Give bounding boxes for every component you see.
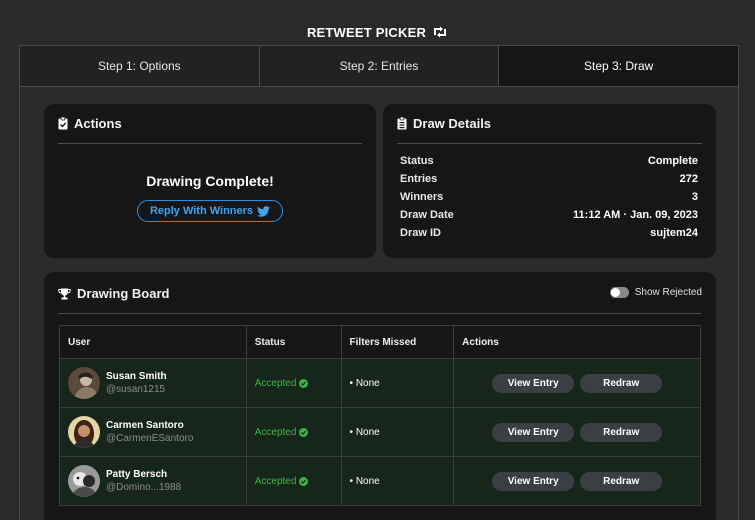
- check-circle-icon: [299, 427, 309, 437]
- clipboard-check-icon: [58, 117, 68, 130]
- drawing-complete-message: Drawing Complete!: [146, 173, 274, 189]
- detail-row-entries: Entries 272: [400, 173, 698, 191]
- column-header-actions: Actions: [453, 325, 701, 359]
- board-title-text: Drawing Board: [77, 286, 170, 301]
- status-cell: Accepted: [245, 358, 342, 408]
- detail-value: sujtem24: [650, 227, 698, 239]
- actions-cell: View Entry Redraw: [453, 358, 701, 408]
- tab-step-3-draw[interactable]: Step 3: Draw: [498, 46, 739, 86]
- toggle-knob: [610, 288, 620, 297]
- column-header-status: Status: [245, 325, 342, 359]
- user-name: Patty Bersch: [106, 469, 168, 480]
- status-badge: Accepted: [254, 377, 297, 389]
- avatar[interactable]: [68, 416, 100, 448]
- table-row: Carmen Santoro @CarmenESantoro Accepted …: [59, 407, 701, 457]
- filters-missed-cell: • None: [340, 407, 455, 457]
- detail-label: Status: [400, 155, 434, 167]
- clipboard-list-icon: [397, 117, 407, 130]
- filters-missed-cell: • None: [340, 358, 455, 408]
- details-card-title: Draw Details: [397, 116, 491, 131]
- trophy-icon: [58, 288, 71, 299]
- main-frame: Step 1: Options Step 2: Entries Step 3: …: [19, 45, 739, 520]
- table-header-row: User Status Filters Missed Actions: [59, 325, 701, 359]
- avatar[interactable]: [68, 465, 100, 497]
- detail-row-status: Status Complete: [400, 155, 698, 173]
- actions-card: Actions Drawing Complete! Reply With Win…: [44, 104, 376, 258]
- retweet-icon: [434, 26, 447, 38]
- user-name: Carmen Santoro: [106, 420, 184, 431]
- redraw-button[interactable]: Redraw: [580, 471, 663, 491]
- filters-missed-cell: • None: [340, 456, 455, 506]
- detail-value: 3: [691, 191, 698, 203]
- app-header: RETWEET PICKER: [0, 22, 755, 42]
- tab-step-2-entries[interactable]: Step 2: Entries: [258, 46, 499, 86]
- actions-cell: View Entry Redraw: [453, 407, 701, 457]
- table-row: Patty Bersch @Domino...1988 Accepted • N…: [59, 456, 701, 506]
- board-card-title: Drawing Board: [58, 286, 169, 301]
- user-cell: Carmen Santoro @CarmenESantoro: [59, 407, 247, 457]
- detail-label: Draw ID: [400, 227, 441, 239]
- view-entry-button[interactable]: View Entry: [492, 471, 575, 491]
- divider: [58, 143, 362, 144]
- column-header-filters-missed: Filters Missed: [340, 325, 455, 359]
- status-cell: Accepted: [245, 456, 342, 506]
- detail-row-draw-date: Draw Date 11:12 AM · Jan. 09, 2023: [400, 209, 698, 227]
- reply-button-label: Reply With Winners: [149, 205, 254, 217]
- actions-cell: View Entry Redraw: [453, 456, 701, 506]
- detail-row-draw-id: Draw ID sujtem24: [400, 227, 698, 245]
- drawing-board-card: Drawing Board Show Rejected User Status …: [44, 272, 716, 520]
- detail-label: Entries: [400, 173, 438, 185]
- check-circle-icon: [299, 476, 309, 486]
- details-title-text: Draw Details: [413, 116, 492, 131]
- details-list: Status Complete Entries 272 Winners 3 Draw …: [400, 155, 698, 245]
- detail-value: Complete: [647, 155, 698, 167]
- redraw-button[interactable]: Redraw: [580, 373, 663, 393]
- detail-value: 11:12 AM · Jan. 09, 2023: [573, 209, 698, 221]
- user-handle[interactable]: @susan1215: [106, 384, 167, 395]
- detail-value: 272: [679, 173, 698, 185]
- actions-title-text: Actions: [74, 116, 122, 131]
- detail-row-winners: Winners 3: [400, 191, 698, 209]
- table-row: Susan Smith @susan1215 Accepted • None V…: [59, 358, 701, 408]
- show-rejected-label: Show Rejected: [634, 287, 702, 298]
- view-entry-button[interactable]: View Entry: [492, 422, 575, 442]
- detail-label: Winners: [400, 191, 444, 203]
- app-title: RETWEET PICKER: [306, 24, 427, 40]
- status-badge: Accepted: [254, 475, 297, 487]
- column-header-user: User: [59, 325, 247, 359]
- show-rejected-toggle[interactable]: [609, 287, 629, 298]
- user-cell: Susan Smith @susan1215: [59, 358, 247, 408]
- draw-details-card: Draw Details Status Complete Entries 272 W…: [383, 104, 716, 258]
- step-tabs: Step 1: Options Step 2: Entries Step 3: …: [20, 46, 739, 87]
- show-rejected-control: Show Rejected: [609, 287, 702, 298]
- view-entry-button[interactable]: View Entry: [492, 373, 575, 393]
- entries-table: User Status Filters Missed Actions Susan…: [59, 325, 701, 506]
- reply-with-winners-button[interactable]: Reply With Winners: [137, 200, 283, 222]
- actions-card-title: Actions: [58, 116, 122, 131]
- status-cell: Accepted: [245, 407, 342, 457]
- user-cell: Patty Bersch @Domino...1988: [59, 456, 247, 506]
- user-handle[interactable]: @Domino...1988: [106, 482, 181, 493]
- status-badge: Accepted: [254, 426, 297, 438]
- twitter-bird-icon: [257, 205, 271, 217]
- divider: [58, 313, 701, 314]
- divider: [397, 143, 702, 144]
- avatar[interactable]: [68, 367, 100, 399]
- tab-step-1-options[interactable]: Step 1: Options: [20, 46, 259, 86]
- user-handle[interactable]: @CarmenESantoro: [106, 433, 193, 444]
- user-name: Susan Smith: [106, 371, 167, 382]
- detail-label: Draw Date: [400, 209, 454, 221]
- check-circle-icon: [299, 378, 309, 388]
- redraw-button[interactable]: Redraw: [580, 422, 663, 442]
